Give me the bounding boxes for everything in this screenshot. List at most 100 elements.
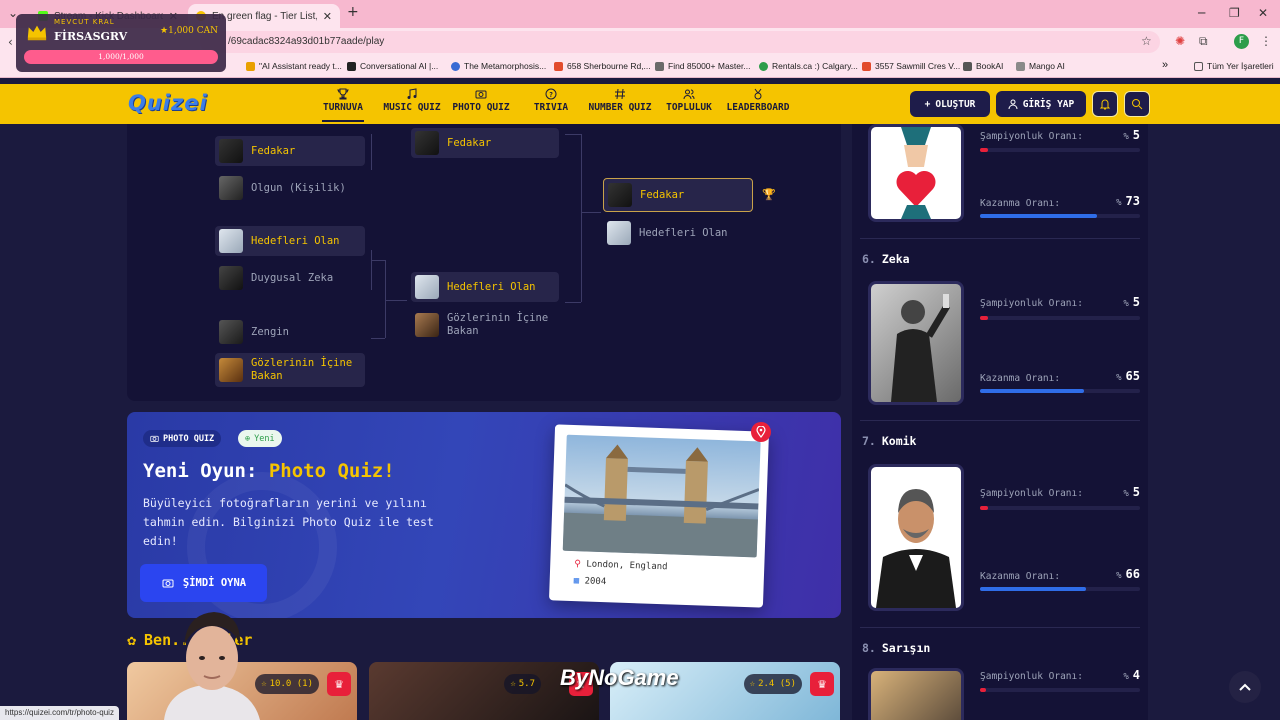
bookmark-item[interactable]: 3557 Sawmill Cres V...: [862, 61, 960, 71]
bracket-entry[interactable]: Hedefleri Olan: [603, 218, 753, 248]
window-close-icon[interactable]: ✕: [1258, 6, 1268, 20]
ranking-image: [868, 464, 964, 611]
nav-photo-quiz[interactable]: PHOTO QUIZ: [451, 88, 511, 122]
king-progress-text: 1,000/1,000: [98, 52, 144, 61]
entry-label: Zengin: [251, 325, 289, 338]
crown-badge[interactable]: ♛: [327, 672, 351, 696]
bookmark-item[interactable]: BookAI: [963, 61, 1003, 71]
bookmark-label: 3557 Sawmill Cres V...: [875, 61, 961, 71]
win-rate-label: Kazanma Oranı:: [980, 571, 1061, 582]
tournament-bracket: Fedakar Olgun (Kişilik) Hedefleri Olan D…: [127, 124, 841, 401]
bookmark-favicon-icon: [554, 61, 563, 71]
bracket-connector: [565, 302, 581, 303]
hash-icon: [615, 88, 625, 100]
rating-badge: ☆ 2.4 (5): [743, 674, 802, 694]
bracket-entry[interactable]: Fedakar: [411, 128, 559, 158]
new-label: Yeni: [254, 433, 275, 444]
extension-icon[interactable]: ✺: [1175, 34, 1185, 48]
nav-turnuva[interactable]: TURNUVA: [322, 88, 364, 122]
king-caption: MEVCUT KRAL: [54, 18, 115, 26]
bookmark-item[interactable]: Rentals.ca :) Calgary...: [759, 61, 858, 71]
nav-music-quiz[interactable]: MUSIC QUIZ: [382, 88, 442, 122]
kebab-menu-icon[interactable]: ⋮: [1260, 34, 1272, 48]
value: 5: [1132, 295, 1140, 309]
bookmark-item[interactable]: "AI Assistant ready t...: [246, 61, 342, 71]
create-button[interactable]: + OLUŞTUR: [910, 91, 990, 117]
win-rate-label: Kazanma Oranı:: [980, 373, 1061, 384]
puzzle-icon[interactable]: ⧉: [1199, 34, 1208, 49]
bookmark-item[interactable]: Find 85000+ Master...: [655, 61, 750, 71]
promo-title-prefix: Yeni Oyun:: [143, 460, 269, 482]
value: 73: [1125, 194, 1140, 208]
search-button[interactable]: [1124, 91, 1150, 117]
bookmark-favicon-icon: [451, 61, 460, 71]
bracket-entry[interactable]: Olgun (Kişilik): [215, 173, 365, 203]
play-now-label: ŞİMDİ OYNA: [182, 577, 247, 589]
bracket-entry[interactable]: Fedakar: [215, 136, 365, 166]
bar-fill: [980, 148, 988, 152]
bracket-entry[interactable]: Gözlerinin İçine Bakan: [215, 353, 365, 387]
rating-text: 5.7: [518, 679, 535, 689]
profile-avatar[interactable]: F: [1234, 34, 1249, 49]
bracket-entry[interactable]: Hedefleri Olan: [215, 226, 365, 256]
divider: [860, 238, 1140, 239]
bar-fill: [980, 214, 1097, 218]
bracket-entry[interactable]: Zengin: [215, 317, 365, 347]
entry-label: Gözlerinin İçine Bakan: [447, 312, 549, 337]
bookmark-star-icon[interactable]: ☆: [1141, 34, 1152, 48]
bookmark-item[interactable]: The Metamorphosis...: [451, 61, 546, 71]
ranking-item-title: 6. Zeka: [862, 252, 910, 266]
new-tab-icon[interactable]: +: [347, 4, 359, 20]
scroll-to-top-button[interactable]: [1229, 671, 1261, 703]
more-bookmarks-icon[interactable]: »: [1162, 59, 1168, 71]
crown-badge[interactable]: ♛: [810, 672, 834, 696]
nav-topluluk[interactable]: TOPLULUK: [665, 88, 713, 122]
pct-sign: %: [1116, 198, 1122, 208]
bookmark-item[interactable]: Conversational AI |...: [347, 61, 438, 71]
ranking-image: [868, 281, 964, 405]
crown-icon: ♛: [334, 677, 344, 691]
value: 4: [1132, 668, 1140, 682]
camera-icon: [475, 90, 487, 99]
chip-label: PHOTO QUIZ: [163, 433, 215, 444]
back-icon[interactable]: ‹: [8, 35, 13, 49]
bracket-entry[interactable]: Hedefleri Olan: [411, 272, 559, 302]
entry-thumbnail: [219, 229, 243, 253]
bracket-entry[interactable]: Duygusal Zeka: [215, 263, 365, 293]
ranking-image: [868, 668, 964, 720]
site-logo[interactable]: Quizei: [128, 91, 208, 115]
minimize-icon[interactable]: ─: [1198, 6, 1205, 20]
crown-icon: [27, 25, 47, 41]
bracket-connector: [565, 134, 581, 135]
sample-photo-card: ⚲ London, England ▦ 2004: [548, 424, 770, 608]
bookmark-favicon-icon: [655, 61, 664, 71]
nav-leaderboard[interactable]: LEADERBOARD: [726, 88, 790, 122]
bookmark-label: Conversational AI |...: [360, 61, 439, 71]
bookmark-label: Mango AI: [1029, 61, 1065, 71]
bar-fill: [980, 506, 988, 510]
url-field[interactable]: /69cadac8324a93d01b77aade/play: [200, 31, 1160, 53]
pct-sign: %: [1116, 373, 1122, 383]
bracket-champion-entry[interactable]: Fedakar: [603, 178, 753, 212]
bracket-entry[interactable]: Gözlerinin İçine Bakan: [411, 308, 559, 342]
bookmark-item[interactable]: 658 Sherbourne Rd,...: [554, 61, 651, 71]
photo-location-text: London, England: [586, 559, 668, 573]
browser-status-url: https://quizei.com/tr/photo-quiz: [0, 706, 119, 720]
camera-icon: [150, 435, 159, 442]
close-tab-icon[interactable]: ✕: [323, 10, 332, 23]
win-rate-value: % 66: [1116, 567, 1140, 581]
divider: [860, 627, 1140, 628]
nav-number-quiz[interactable]: NUMBER QUIZ: [587, 88, 653, 122]
bookmark-item[interactable]: Mango AI: [1016, 61, 1065, 71]
nav-trivia[interactable]: ? TRIVIA: [531, 88, 571, 122]
entry-thumbnail: [608, 183, 632, 207]
divider: [860, 420, 1140, 421]
photo-year: ▦ 2004: [574, 576, 607, 587]
pct-sign: %: [1123, 489, 1129, 499]
restore-icon[interactable]: ❐: [1229, 6, 1240, 20]
all-bookmarks[interactable]: Tüm Yer İşaretleri: [1194, 61, 1274, 71]
user-icon: [1008, 99, 1018, 109]
notifications-button[interactable]: [1092, 91, 1118, 117]
login-button[interactable]: GİRİŞ YAP: [996, 91, 1086, 117]
rank-number: 8.: [862, 641, 876, 655]
